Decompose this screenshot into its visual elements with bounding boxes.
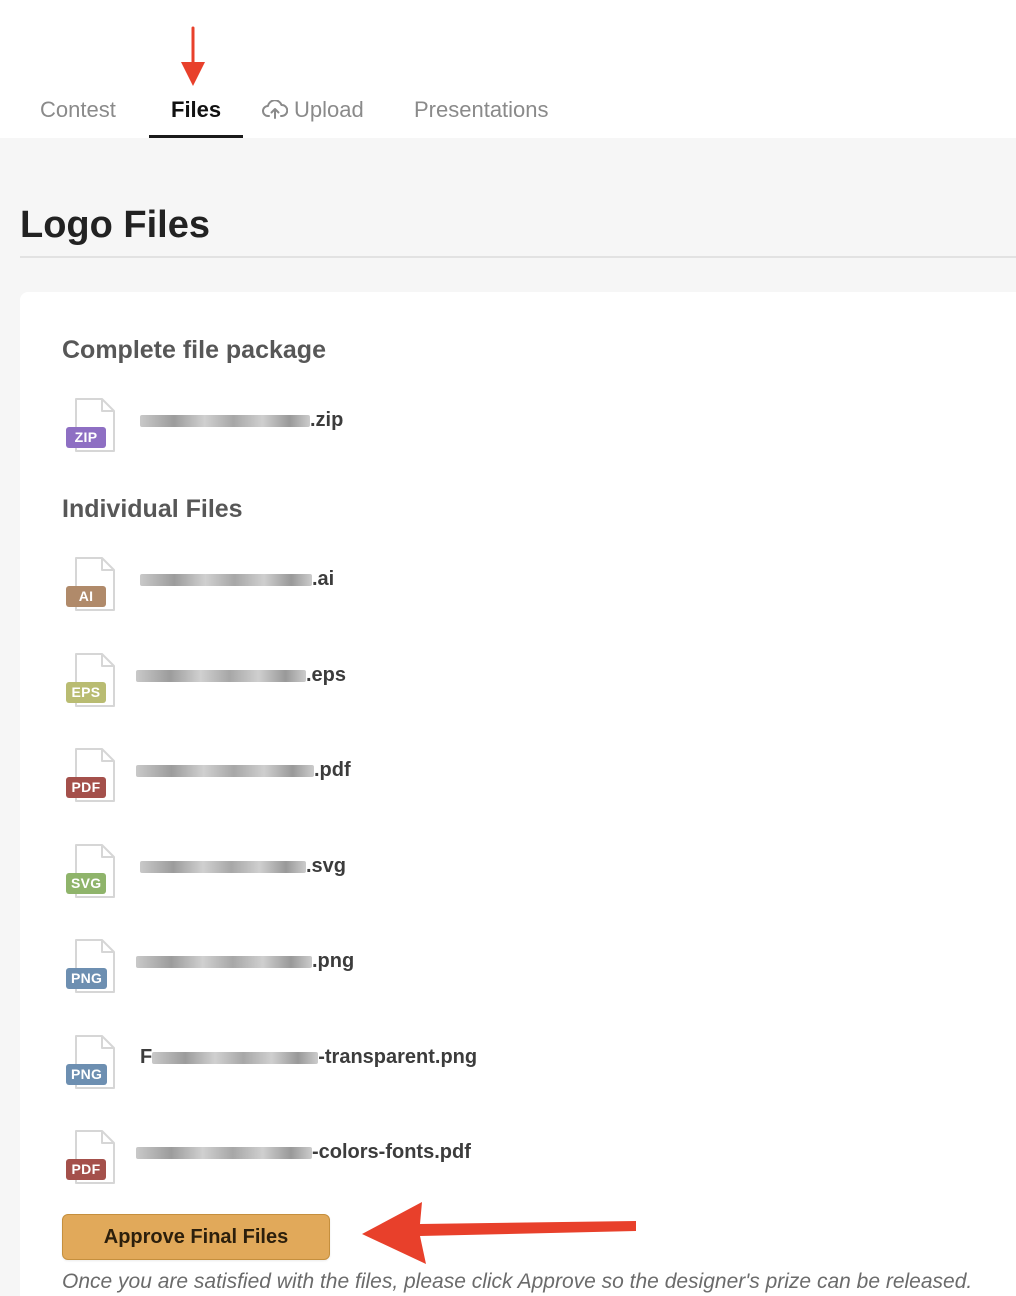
files-card: Complete file package ZIP .zip Individua… (20, 292, 1016, 1296)
file-name: .eps (136, 664, 346, 687)
page-title: Logo Files (20, 204, 210, 246)
top-bar (0, 0, 1016, 94)
file-type-badge: AI (66, 586, 106, 607)
approve-help-text: Once you are satisfied with the files, p… (62, 1270, 973, 1293)
individual-file-link[interactable]: AI .ai (62, 556, 662, 616)
file-extension: .ai (312, 568, 335, 590)
individual-file-link[interactable]: PNG .png (62, 938, 662, 998)
file-name: .svg (140, 855, 346, 878)
file-name: F -transparent.png (140, 1046, 477, 1069)
individual-file-link[interactable]: PDF .pdf (62, 747, 662, 807)
document-icon: PDF (62, 747, 126, 807)
document-icon: EPS (62, 652, 126, 712)
redacted-filename (136, 955, 312, 968)
redacted-filename (136, 1146, 312, 1159)
document-icon: PNG (62, 938, 126, 998)
cloud-upload-icon (262, 95, 289, 131)
redacted-filename (136, 669, 306, 682)
document-icon: ZIP (62, 397, 126, 457)
package-heading: Complete file package (62, 336, 326, 364)
tab-presentations[interactable]: Presentations (414, 92, 549, 138)
document-icon: PDF (62, 1129, 126, 1189)
file-name: .zip (140, 409, 343, 432)
package-file-link[interactable]: ZIP .zip (62, 397, 662, 457)
file-type-badge: PDF (66, 777, 106, 798)
tab-contest[interactable]: Contest (40, 92, 116, 138)
file-name: .pdf (136, 759, 351, 782)
title-divider (20, 256, 1016, 258)
file-type-badge: PDF (66, 1159, 106, 1180)
document-icon: PNG (62, 1034, 126, 1094)
document-icon: AI (62, 556, 126, 616)
individual-file-link[interactable]: PNG F -transparent.png (62, 1034, 662, 1094)
file-type-badge: PNG (66, 1064, 108, 1085)
file-extension: .pdf (314, 759, 351, 781)
file-type-badge: EPS (66, 682, 106, 703)
tab-contest-label: Contest (40, 97, 116, 122)
individual-file-link[interactable]: EPS .eps (62, 652, 662, 712)
tab-files[interactable]: Files (148, 92, 244, 138)
tab-files-label: Files (171, 97, 222, 122)
tab-upload-label: Upload (294, 97, 364, 122)
individual-file-link[interactable]: SVG .svg (62, 843, 662, 903)
file-name: .png (136, 950, 354, 973)
individual-file-link[interactable]: PDF -colors-fonts.pdf (62, 1129, 662, 1189)
redacted-filename (136, 764, 314, 777)
file-type-badge: ZIP (66, 427, 106, 448)
file-name-prefix: F (140, 1046, 153, 1068)
files-panel: Logo Files Complete file package ZIP .zi… (0, 138, 1016, 1296)
redacted-filename (140, 414, 310, 427)
approve-final-files-button[interactable]: Approve Final Files (62, 1214, 330, 1260)
file-type-badge: SVG (66, 873, 107, 894)
tab-presentations-label: Presentations (414, 97, 549, 122)
tab-upload[interactable]: Upload (262, 92, 364, 138)
individual-heading: Individual Files (62, 495, 243, 523)
file-name: .ai (140, 568, 334, 591)
redacted-filename (140, 573, 312, 586)
file-type-badge: PNG (66, 968, 108, 989)
file-extension: .zip (310, 409, 344, 431)
file-extension: -transparent.png (318, 1046, 478, 1068)
redacted-filename (140, 860, 306, 873)
file-extension: .png (312, 950, 355, 972)
redacted-filename (152, 1051, 319, 1064)
file-extension: .eps (306, 664, 347, 686)
tab-bar: Contest Files Upload Presentations (0, 92, 1016, 138)
file-extension: .svg (306, 855, 347, 877)
file-name: -colors-fonts.pdf (136, 1141, 471, 1164)
file-extension: -colors-fonts.pdf (312, 1141, 471, 1163)
document-icon: SVG (62, 843, 126, 903)
